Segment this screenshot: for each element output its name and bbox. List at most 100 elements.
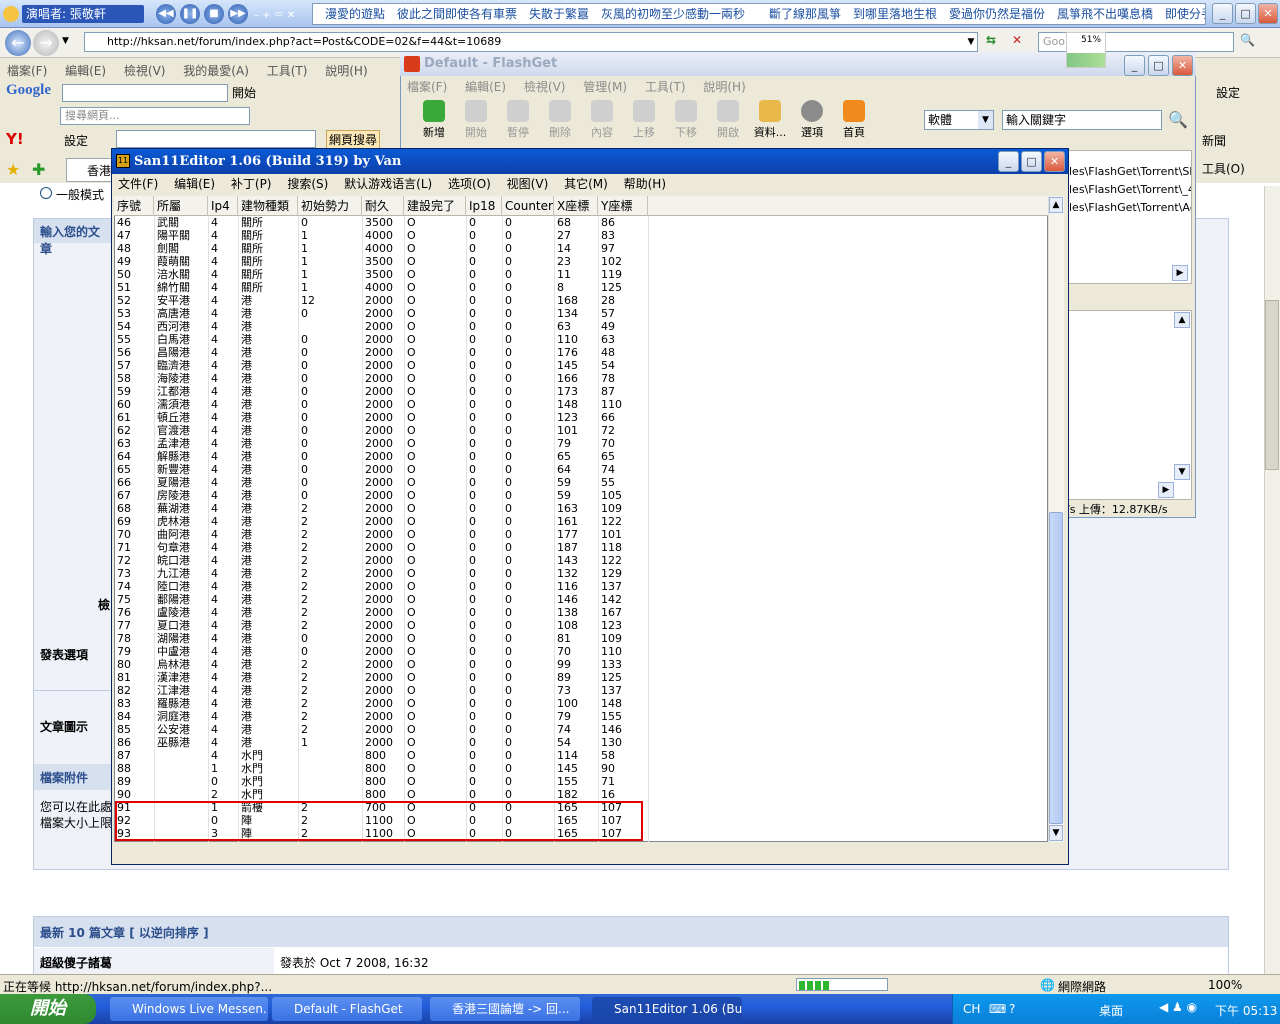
zoom-level[interactable]: 100% (1208, 978, 1242, 992)
cell-counter[interactable]: 0 (502, 515, 554, 528)
cell-force[interactable]: 2 (298, 723, 362, 736)
table-row[interactable]: 81 漢津港 4 港 2 2000 O 0 0 89 125 (114, 671, 648, 684)
table-row[interactable]: 55 白馬港 4 港 0 2000 O 0 0 110 63 (114, 333, 648, 346)
cell-owner[interactable]: 劍閣 (154, 242, 208, 255)
cell-id[interactable]: 55 (114, 333, 154, 346)
cell-id[interactable]: 65 (114, 463, 154, 476)
cell-x[interactable]: 74 (554, 723, 598, 736)
cell-ip4[interactable]: 4 (208, 294, 238, 307)
cell-durability[interactable]: 2000 (362, 359, 404, 372)
cell-owner[interactable]: 虎林港 (154, 515, 208, 528)
cell-y[interactable]: 109 (598, 502, 648, 515)
cell-type[interactable]: 水門 (238, 749, 298, 762)
cell-x[interactable]: 68 (554, 216, 598, 229)
cell-built[interactable]: O (404, 346, 466, 359)
cell-counter[interactable]: 0 (502, 580, 554, 593)
table-row[interactable]: 72 皖口港 4 港 2 2000 O 0 0 143 122 (114, 554, 648, 567)
table-row[interactable]: 79 中盧港 4 港 0 2000 O 0 0 70 110 (114, 645, 648, 658)
cell-built[interactable]: O (404, 580, 466, 593)
cell-ip4[interactable]: 4 (208, 580, 238, 593)
cell-x[interactable]: 23 (554, 255, 598, 268)
cell-counter[interactable]: 0 (502, 684, 554, 697)
cell-force[interactable]: 0 (298, 476, 362, 489)
task-forum[interactable]: 香港三國論壇 -> 回... (430, 997, 580, 1021)
cell-built[interactable]: O (404, 671, 466, 684)
cell-ip18[interactable]: 0 (466, 684, 502, 697)
cell-type[interactable]: 港 (238, 645, 298, 658)
cell-ip18[interactable]: 0 (466, 359, 502, 372)
cell-id[interactable]: 77 (114, 619, 154, 632)
cell-force[interactable]: 0 (298, 645, 362, 658)
col-header-durability[interactable]: 耐久 (362, 196, 404, 216)
cell-ip18[interactable]: 0 (466, 307, 502, 320)
cell-ip4[interactable]: 4 (208, 476, 238, 489)
cell-counter[interactable]: 0 (502, 294, 554, 307)
cell-type[interactable]: 港 (238, 619, 298, 632)
cell-ip4[interactable]: 4 (208, 437, 238, 450)
cell-ip18[interactable]: 0 (466, 268, 502, 281)
cell-counter[interactable]: 0 (502, 736, 554, 749)
cell-ip18[interactable]: 0 (466, 749, 502, 762)
close-button[interactable]: ✕ (1258, 3, 1278, 24)
cell-counter[interactable]: 0 (502, 697, 554, 710)
search-icon[interactable]: 🔍 (1240, 33, 1258, 51)
cell-force[interactable]: 0 (298, 359, 362, 372)
cell-durability[interactable]: 2000 (362, 515, 404, 528)
address-input[interactable]: http://hksan.net/forum/index.php?act=Pos… (84, 32, 978, 52)
cell-y[interactable]: 146 (598, 723, 648, 736)
cell-ip4[interactable]: 0 (208, 775, 238, 788)
editor-mode-radio[interactable]: 一般模式 (40, 186, 112, 202)
address-dropdown-icon[interactable]: ▼ (964, 33, 978, 51)
fg-open-button[interactable]: 開啟 (708, 100, 748, 142)
cell-y[interactable]: 66 (598, 411, 648, 424)
cell-counter[interactable]: 0 (502, 359, 554, 372)
cell-y[interactable]: 137 (598, 580, 648, 593)
table-row[interactable]: 83 羅縣港 4 港 2 2000 O 0 0 100 148 (114, 697, 648, 710)
cell-ip4[interactable]: 4 (208, 281, 238, 294)
cell-force[interactable]: 0 (298, 437, 362, 450)
cell-force[interactable]: 0 (298, 411, 362, 424)
cell-x[interactable]: 70 (554, 645, 598, 658)
cell-y[interactable]: 142 (598, 593, 648, 606)
cell-force[interactable]: 0 (298, 398, 362, 411)
cell-x[interactable]: 173 (554, 385, 598, 398)
cell-durability[interactable]: 2000 (362, 398, 404, 411)
cell-x[interactable]: 163 (554, 502, 598, 515)
cell-y[interactable]: 105 (598, 489, 648, 502)
cell-force[interactable]: 2 (298, 710, 362, 723)
cell-built[interactable]: O (404, 541, 466, 554)
cell-counter[interactable]: 0 (502, 437, 554, 450)
pause-icon[interactable]: ❚❚ (180, 4, 200, 24)
cell-y[interactable]: 74 (598, 463, 648, 476)
cell-x[interactable]: 79 (554, 710, 598, 723)
news-button[interactable]: 新聞 (1202, 132, 1226, 149)
ed-menu-language[interactable]: 默认游戏语言(L) (338, 174, 438, 194)
cell-force[interactable]: 2 (298, 684, 362, 697)
cell-y[interactable]: 57 (598, 307, 648, 320)
cell-type[interactable]: 關所 (238, 255, 298, 268)
cell-ip18[interactable]: 0 (466, 424, 502, 437)
col-header-y[interactable]: Y座標 (598, 196, 648, 216)
fg-start-button[interactable]: 開始 (456, 100, 496, 142)
cell-ip18[interactable]: 0 (466, 554, 502, 567)
cell-counter[interactable]: 0 (502, 788, 554, 801)
table-row[interactable]: 90 2 水門 800 O 0 0 182 16 (114, 788, 648, 801)
fg-maximize-button[interactable]: □ (1148, 55, 1169, 76)
favorites-star-icon[interactable]: ★ (6, 160, 20, 179)
cell-ip18[interactable]: 0 (466, 515, 502, 528)
cell-built[interactable]: O (404, 359, 466, 372)
cell-id[interactable]: 74 (114, 580, 154, 593)
cell-counter[interactable]: 0 (502, 463, 554, 476)
cell-owner[interactable] (154, 775, 208, 788)
cell-force[interactable]: 0 (298, 385, 362, 398)
cell-owner[interactable]: 臨濟港 (154, 359, 208, 372)
table-row[interactable]: 64 解縣港 4 港 0 2000 O 0 0 65 65 (114, 450, 648, 463)
cell-ip18[interactable]: 0 (466, 476, 502, 489)
stop-icon[interactable]: ■ (204, 4, 224, 24)
cell-counter[interactable]: 0 (502, 710, 554, 723)
cell-id[interactable]: 48 (114, 242, 154, 255)
table-row[interactable]: 58 海陵港 4 港 0 2000 O 0 0 166 78 (114, 372, 648, 385)
cell-durability[interactable]: 2000 (362, 320, 404, 333)
fg-new-button[interactable]: 新增 (414, 100, 454, 142)
cell-id[interactable]: 53 (114, 307, 154, 320)
